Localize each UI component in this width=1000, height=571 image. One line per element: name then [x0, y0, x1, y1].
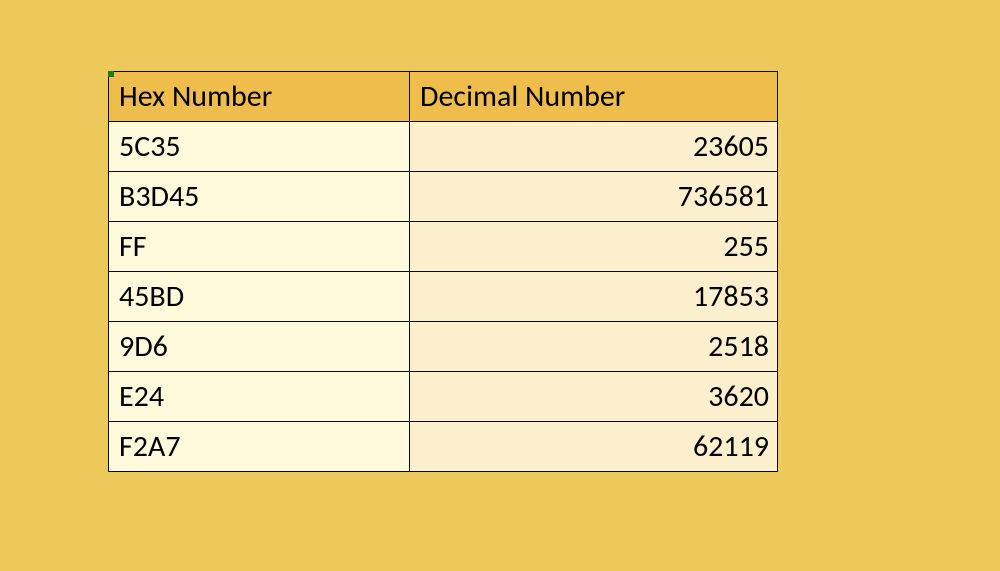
- table-header-row: Hex Number Decimal Number: [109, 72, 778, 122]
- conversion-table-container: Hex Number Decimal Number 5C35 23605 B3D…: [108, 71, 778, 472]
- cell-selection-marker: [108, 71, 114, 77]
- hex-cell[interactable]: E24: [109, 372, 410, 422]
- hex-cell[interactable]: B3D45: [109, 172, 410, 222]
- table-row: 5C35 23605: [109, 122, 778, 172]
- dec-cell[interactable]: 255: [410, 222, 778, 272]
- dec-cell[interactable]: 736581: [410, 172, 778, 222]
- dec-cell[interactable]: 2518: [410, 322, 778, 372]
- table-row: B3D45 736581: [109, 172, 778, 222]
- table-row: 9D6 2518: [109, 322, 778, 372]
- dec-cell[interactable]: 3620: [410, 372, 778, 422]
- hex-cell[interactable]: 9D6: [109, 322, 410, 372]
- hex-cell[interactable]: FF: [109, 222, 410, 272]
- dec-cell[interactable]: 23605: [410, 122, 778, 172]
- table-row: FF 255: [109, 222, 778, 272]
- hex-cell[interactable]: 5C35: [109, 122, 410, 172]
- table-row: F2A7 62119: [109, 422, 778, 472]
- header-hex[interactable]: Hex Number: [109, 72, 410, 122]
- dec-cell[interactable]: 62119: [410, 422, 778, 472]
- dec-cell[interactable]: 17853: [410, 272, 778, 322]
- conversion-table: Hex Number Decimal Number 5C35 23605 B3D…: [108, 71, 778, 472]
- hex-cell[interactable]: 45BD: [109, 272, 410, 322]
- hex-cell[interactable]: F2A7: [109, 422, 410, 472]
- table-row: E24 3620: [109, 372, 778, 422]
- header-dec[interactable]: Decimal Number: [410, 72, 778, 122]
- table-row: 45BD 17853: [109, 272, 778, 322]
